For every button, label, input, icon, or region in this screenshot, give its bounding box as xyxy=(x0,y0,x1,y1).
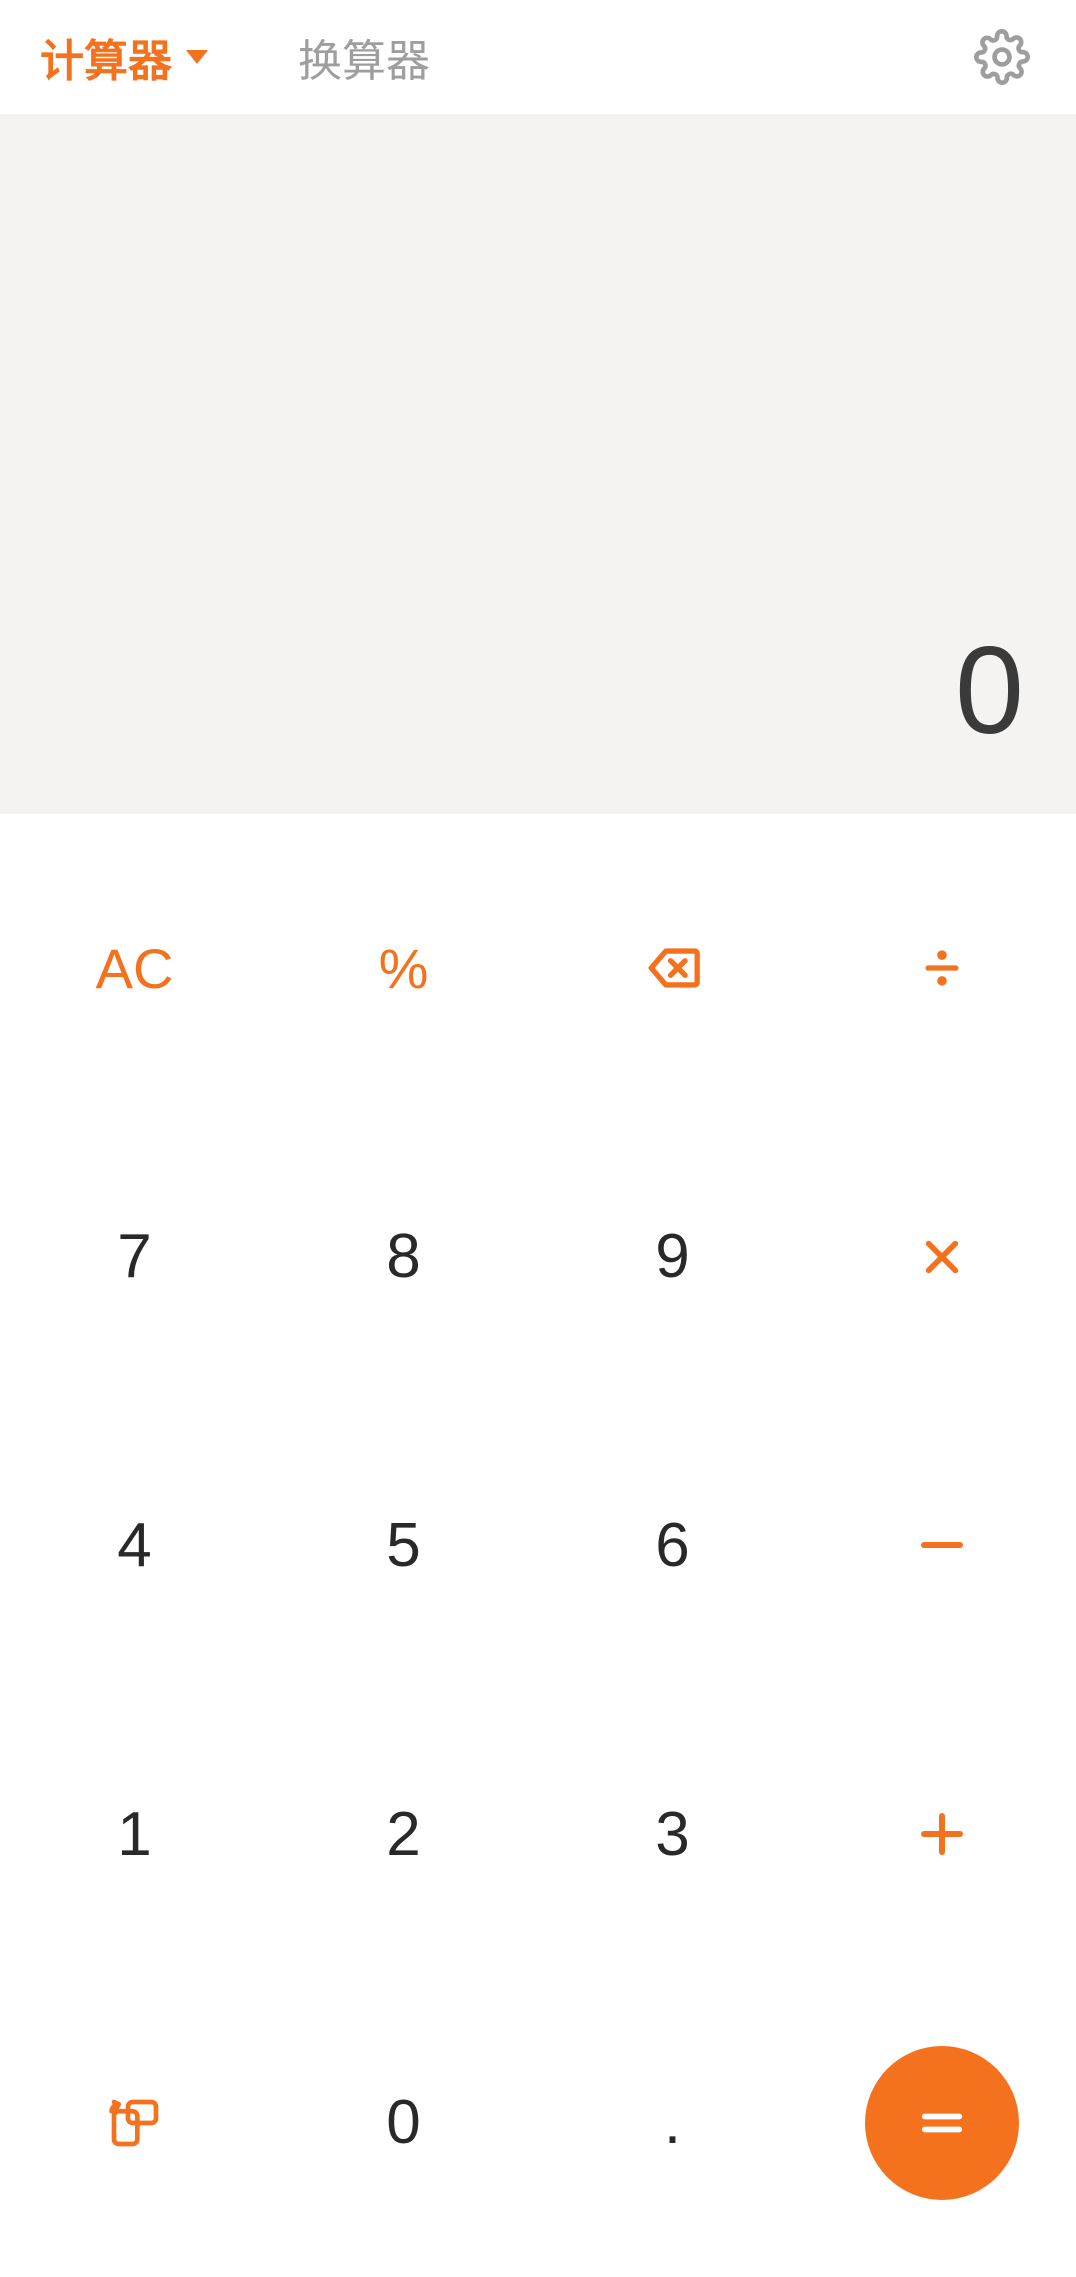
tab-calculator-label: 计算器 xyxy=(40,25,172,89)
divide-icon xyxy=(920,946,964,990)
percent-button[interactable]: % xyxy=(269,824,538,1113)
multiply-icon xyxy=(922,1237,962,1277)
keypad: AC % 7 8 9 4 5 xyxy=(0,814,1076,2277)
header: 计算器 换算器 xyxy=(0,0,1076,114)
divide-button[interactable] xyxy=(807,824,1076,1113)
tab-converter[interactable]: 换算器 xyxy=(298,25,430,89)
minus-icon xyxy=(918,1521,966,1569)
rotate-icon xyxy=(107,2095,163,2151)
plus-button[interactable] xyxy=(807,1690,1076,1979)
equals-icon xyxy=(916,2097,968,2149)
digit-5-button[interactable]: 5 xyxy=(269,1401,538,1690)
digit-6-button[interactable]: 6 xyxy=(538,1401,807,1690)
digit-3-button[interactable]: 3 xyxy=(538,1690,807,1979)
digit-4-button[interactable]: 4 xyxy=(0,1401,269,1690)
display-value: 0 xyxy=(955,620,1024,762)
rotate-button[interactable] xyxy=(0,1978,269,2267)
backspace-button[interactable] xyxy=(538,824,807,1113)
tab-converter-label: 换算器 xyxy=(298,25,430,89)
minus-button[interactable] xyxy=(807,1401,1076,1690)
display-area: 0 xyxy=(0,114,1076,814)
digit-0-button[interactable]: 0 xyxy=(269,1978,538,2267)
backspace-icon xyxy=(644,939,702,997)
clear-button[interactable]: AC xyxy=(0,824,269,1113)
plus-icon xyxy=(918,1810,966,1858)
equals-button[interactable] xyxy=(865,2046,1019,2200)
decimal-button[interactable]: . xyxy=(538,1978,807,2267)
multiply-button[interactable] xyxy=(807,1113,1076,1402)
tab-calculator[interactable]: 计算器 xyxy=(40,25,208,89)
settings-button[interactable] xyxy=(968,23,1036,91)
digit-8-button[interactable]: 8 xyxy=(269,1113,538,1402)
digit-2-button[interactable]: 2 xyxy=(269,1690,538,1979)
chevron-down-icon xyxy=(186,50,208,64)
gear-icon xyxy=(974,29,1030,85)
digit-9-button[interactable]: 9 xyxy=(538,1113,807,1402)
digit-1-button[interactable]: 1 xyxy=(0,1690,269,1979)
digit-7-button[interactable]: 7 xyxy=(0,1113,269,1402)
